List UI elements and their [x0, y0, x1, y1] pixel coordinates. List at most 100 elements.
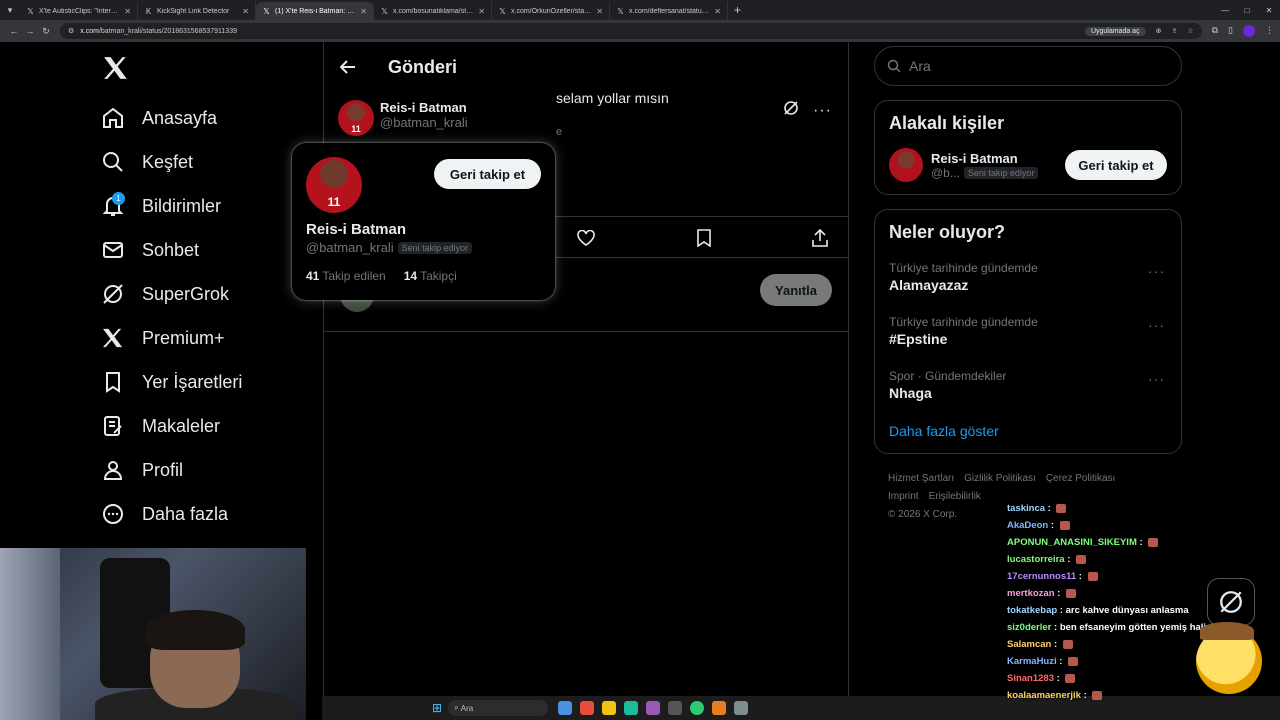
left-navigation: Anasayfa Keşfet Bildirimler 1 Sohbet SuperGro… — [88, 48, 318, 536]
search-input[interactable]: Ara — [874, 46, 1182, 86]
hover-card-name[interactable]: Reis-i Batman — [306, 221, 541, 238]
footer-link[interactable]: Imprint — [888, 491, 919, 502]
taskbar-app-icon[interactable] — [712, 701, 727, 715]
browser-tab[interactable]: 𝕏x.com/deftersanat/status/2018 ✕ — [610, 2, 728, 20]
tab-label: x.com/OrkunOzeller/status/20 — [511, 7, 592, 15]
taskbar-spotify-icon[interactable] — [690, 701, 705, 715]
more-options-icon[interactable]: ··· — [1148, 371, 1165, 387]
related-person[interactable]: Reis-i Batman @b... Seni takip ediyor Ge… — [875, 144, 1181, 194]
trend-item[interactable]: Türkiye tarihinde gündemde Alamayazaz ··· — [875, 253, 1181, 307]
close-tab-icon[interactable]: ✕ — [478, 7, 485, 16]
taskbar-app-icon[interactable] — [646, 701, 661, 715]
trend-title: Nhaga — [889, 385, 932, 401]
nav-item[interactable]: Daha fazla — [88, 492, 318, 536]
browser-tab[interactable]: K KickSight Link Detector ✕ — [138, 2, 256, 20]
tab-list-icon[interactable]: ▾ — [0, 0, 20, 20]
search-icon — [887, 59, 901, 73]
extensions-icon[interactable]: ⧉ — [1212, 25, 1218, 37]
nav-item[interactable]: Profil — [88, 448, 318, 492]
x-logo-icon[interactable] — [92, 48, 140, 88]
trends-list: Türkiye tarihinde gündemde Alamayazaz ··· T… — [875, 253, 1181, 415]
footer-link[interactable]: Gizlilik Politikası — [964, 473, 1036, 484]
site-info-icon[interactable]: ⚙ — [68, 27, 74, 35]
close-tab-icon[interactable]: ✕ — [360, 7, 367, 16]
nav-item[interactable]: Sohbet — [88, 228, 318, 272]
author-handle[interactable]: @batman_krali — [380, 115, 468, 130]
nav-item[interactable]: SuperGrok — [88, 272, 318, 316]
related-person-handle[interactable]: @b... — [931, 166, 960, 180]
author-avatar[interactable]: 11 — [338, 100, 374, 136]
follow-back-button[interactable]: Geri takip et — [434, 159, 541, 189]
grok-floating-button[interactable] — [1207, 578, 1255, 626]
maximize-icon[interactable]: □ — [1236, 6, 1258, 15]
sidepanel-icon[interactable]: ▯ — [1228, 25, 1233, 37]
taskbar-app-icon[interactable] — [580, 701, 595, 715]
star-icon[interactable]: ☆ — [1187, 27, 1193, 35]
taskbar-app-icon[interactable] — [558, 701, 573, 715]
windows-start-icon[interactable]: ⊞ — [432, 701, 442, 715]
close-tab-icon[interactable]: ✕ — [714, 7, 721, 16]
forward-icon[interactable]: → — [22, 26, 38, 36]
new-tab-icon[interactable]: + — [728, 3, 747, 17]
footer-link[interactable]: Erişilebilirlik — [929, 491, 981, 502]
minimize-icon[interactable]: — — [1214, 6, 1236, 15]
author-name[interactable]: Reis-i Batman — [380, 100, 468, 115]
address-bar[interactable]: ⚙ x.com/batman_krali/status/201863156853… — [60, 23, 1202, 39]
more-options-icon[interactable]: ··· — [1148, 263, 1165, 279]
close-tab-icon[interactable]: ✕ — [124, 7, 131, 16]
close-tab-icon[interactable]: ✕ — [242, 7, 249, 16]
show-more-link[interactable]: Daha fazla göster — [875, 415, 1181, 453]
related-person-name[interactable]: Reis-i Batman — [931, 151, 1065, 166]
browser-tab[interactable]: 𝕏x.com/OrkunOzeller/status/20 ✕ — [492, 2, 610, 20]
taskbar-search-icon: ⌕ — [454, 703, 459, 712]
followers-stat[interactable]: 14 Takipçi — [404, 269, 457, 283]
nav-item[interactable]: Yer İşaretleri — [88, 360, 318, 404]
taskbar-app-icon[interactable] — [624, 701, 639, 715]
nav-item-label: Sohbet — [142, 239, 200, 260]
footer-link[interactable]: Çerez Politikası — [1046, 473, 1115, 484]
browser-tab[interactable]: 𝕏 (1) X'te Reis-i Batman: "abi "ba ✕ — [256, 2, 374, 20]
grok-icon[interactable] — [783, 100, 799, 121]
tab-label: x.com/bosunatiklama/status/2 — [393, 7, 474, 15]
nav-item-label: Keşfet — [142, 151, 194, 172]
nav-item[interactable]: Anasayfa — [88, 96, 318, 140]
more-options-icon[interactable]: ··· — [813, 102, 832, 120]
related-follow-button[interactable]: Geri takip et — [1065, 150, 1167, 180]
nav-item[interactable]: Makaleler — [88, 404, 318, 448]
related-person-avatar[interactable] — [889, 148, 923, 182]
following-stat[interactable]: 41 Takip edilen — [306, 269, 386, 283]
hover-card-handle[interactable]: @batman_krali — [306, 240, 394, 255]
nav-item[interactable]: Keşfet — [88, 140, 318, 184]
zoom-icon[interactable]: ⊕ — [1156, 27, 1162, 35]
close-window-icon[interactable]: ✕ — [1258, 6, 1280, 15]
nav-item-label: Daha fazla — [142, 503, 229, 524]
reply-button[interactable]: Yanıtla — [760, 274, 832, 306]
nav-item[interactable]: Premium+ — [88, 316, 318, 360]
share-icon[interactable]: ⇪ — [1171, 27, 1177, 35]
footer-link[interactable]: Hizmet Şartları — [888, 473, 954, 484]
trend-item[interactable]: Spor · Gündemdekiler Nhaga ··· — [875, 361, 1181, 415]
profile-avatar[interactable] — [1243, 25, 1255, 37]
like-icon[interactable] — [576, 228, 596, 248]
taskbar-app-icon[interactable] — [734, 701, 749, 715]
trend-item[interactable]: Türkiye tarihinde gündemde #Epstine ··· — [875, 307, 1181, 361]
hover-card-avatar[interactable]: 11 — [306, 157, 362, 213]
notification-badge: 1 — [112, 192, 125, 205]
chat-username: APONUN_ANASINI_SIKEYIM — [1007, 537, 1137, 548]
back-arrow-icon[interactable] — [340, 60, 360, 74]
menu-icon[interactable]: ⋮ — [1265, 25, 1274, 37]
back-icon[interactable]: ← — [6, 26, 22, 36]
taskbar-app-icon[interactable] — [668, 701, 683, 715]
reload-icon[interactable]: ↻ — [38, 26, 54, 37]
taskbar-folder-icon[interactable] — [602, 701, 617, 715]
browser-tab[interactable]: 𝕏x.com/bosunatiklama/status/2 ✕ — [374, 2, 492, 20]
taskbar-search[interactable]: ⌕ Ara — [448, 700, 549, 716]
more-options-icon[interactable]: ··· — [1148, 317, 1165, 333]
close-tab-icon[interactable]: ✕ — [596, 7, 603, 16]
nav-item[interactable]: Bildirimler 1 — [88, 184, 318, 228]
open-in-app-button[interactable]: Uygulamada aç — [1084, 26, 1146, 36]
browser-tab[interactable]: 𝕏 X'te AutisticClips: "Interviewer: ✕ — [20, 2, 138, 20]
share-icon[interactable] — [810, 228, 830, 248]
chat-username: taskinca — [1007, 503, 1046, 514]
bookmark-icon[interactable] — [694, 228, 714, 248]
